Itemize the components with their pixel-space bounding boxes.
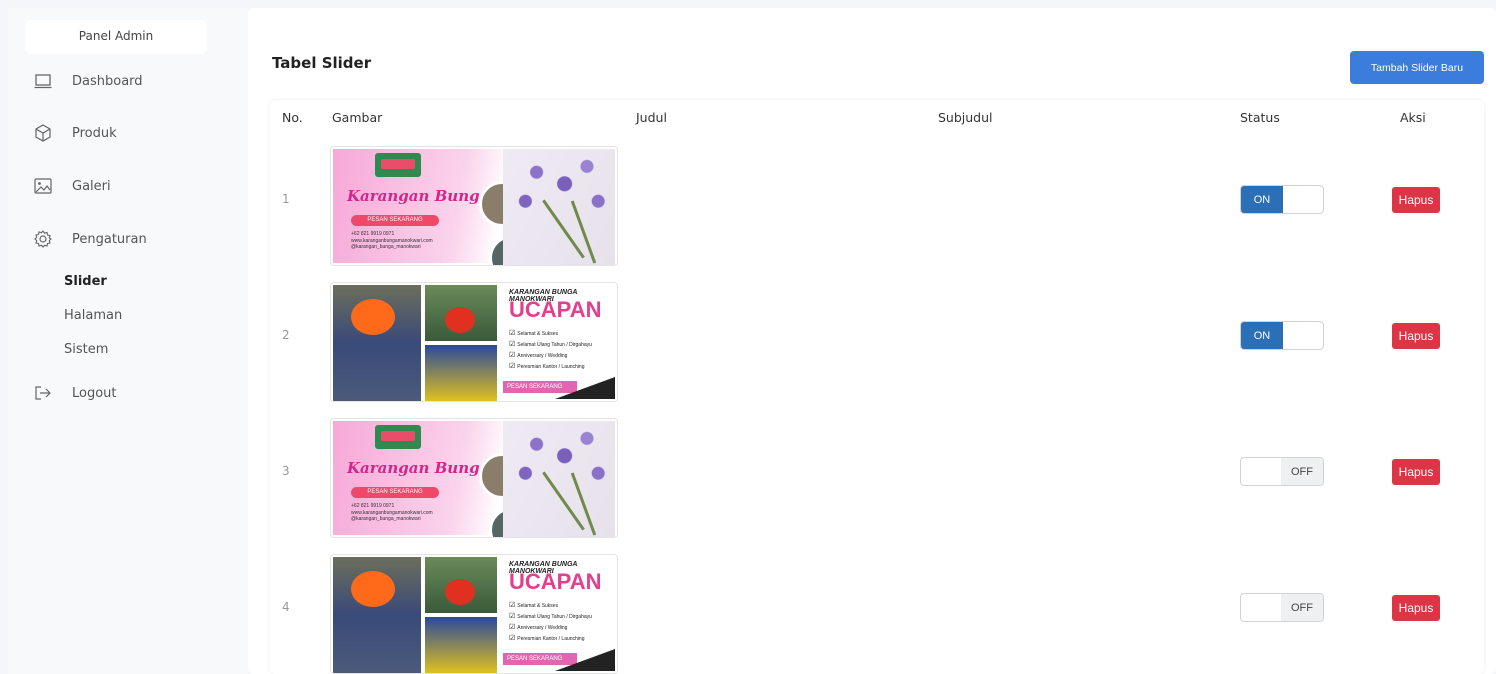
toggle-on-label: ON <box>1241 186 1283 213</box>
brand-label: Panel Admin <box>25 20 207 54</box>
banner-headline: UCAPAN <box>509 569 602 594</box>
main-content: Tabel Slider Tambah Slider Baru No. Gamb… <box>248 8 1496 674</box>
sidebar-item-dashboard[interactable]: Dashboard <box>8 66 143 96</box>
slider-image: KARANGAN BUNGA MANOKWARI UCAPAN Selamat … <box>330 282 618 402</box>
sidebar-subitem-halaman[interactable]: Halaman <box>64 308 122 323</box>
banner-check: Selamat Ulang Tahun / Dirgahayu <box>509 340 592 348</box>
banner-ig: @karangan_bunga_manokwari <box>351 516 421 522</box>
banner-cta: PESAN SEKARANG <box>351 487 439 498</box>
delete-button[interactable]: Hapus <box>1392 459 1440 485</box>
row-number: 4 <box>282 600 290 614</box>
column-header-no: No. <box>282 110 303 125</box>
banner-script: Karangan Bunga <box>347 187 490 205</box>
column-header-subjudul: Subjudul <box>938 110 993 125</box>
slider-image: Karangan Bunga PESAN SEKARANG +62 821 99… <box>330 418 618 538</box>
sidebar-item-logout[interactable]: Logout <box>8 378 117 408</box>
column-header-judul: Judul <box>636 110 667 125</box>
toggle-off-label: OFF <box>1281 594 1323 621</box>
banner-check: Peresmian Kantor / Launching <box>509 634 584 642</box>
gear-icon <box>34 230 52 248</box>
sidebar-item-label: Logout <box>72 385 117 401</box>
sidebar-item-produk[interactable]: Produk <box>8 118 117 148</box>
banner-check: Selamat Ulang Tahun / Dirgahayu <box>509 612 592 620</box>
laptop-icon <box>34 72 52 90</box>
sidebar-item-label: Dashboard <box>72 73 143 89</box>
row-number: 3 <box>282 464 290 478</box>
banner-cta: PESAN SEKARANG <box>351 215 439 226</box>
banner-script: Karangan Bunga <box>347 459 490 477</box>
row-number: 2 <box>282 328 290 342</box>
banner-check: Peresmian Kantor / Launching <box>509 362 584 370</box>
slider-image: Karangan Bunga PESAN SEKARANG +62 821 99… <box>330 146 618 266</box>
banner-check: Anniversary / Wedding <box>509 623 567 631</box>
sidebar-item-pengaturan[interactable]: Pengaturan <box>8 224 147 254</box>
column-header-aksi: Aksi <box>1400 110 1426 125</box>
sidebar-item-label: Produk <box>72 125 117 141</box>
sidebar: Panel Admin Dashboard Produk Galeri Peng… <box>8 8 248 674</box>
status-toggle[interactable]: OFF <box>1240 593 1324 622</box>
sidebar-item-label: Galeri <box>72 178 111 194</box>
logout-icon <box>34 384 52 402</box>
row-number: 1 <box>282 192 290 206</box>
image-icon <box>34 177 52 195</box>
toggle-off-label: OFF <box>1281 458 1323 485</box>
delete-button[interactable]: Hapus <box>1392 187 1440 213</box>
banner-headline: UCAPAN <box>509 297 602 322</box>
slider-table: No. Gambar Judul Subjudul Status Aksi 1 … <box>270 100 1484 674</box>
table-row: 4 KARANGAN BUNGA MANOKWARI UCAPAN Selama… <box>270 546 1484 674</box>
toggle-on-label: ON <box>1241 322 1283 349</box>
column-header-gambar: Gambar <box>332 110 383 125</box>
delete-button[interactable]: Hapus <box>1392 323 1440 349</box>
status-toggle[interactable]: ON <box>1240 185 1324 214</box>
banner-check: Selamat & Sukses <box>509 329 558 337</box>
status-toggle[interactable]: ON <box>1240 321 1324 350</box>
banner-check: Selamat & Sukses <box>509 601 558 609</box>
banner-ig: @karangan_bunga_manokwari <box>351 244 421 250</box>
add-slider-button[interactable]: Tambah Slider Baru <box>1350 51 1484 84</box>
sidebar-subitem-slider[interactable]: Slider <box>64 274 107 289</box>
delete-button[interactable]: Hapus <box>1392 595 1440 621</box>
table-row: 3 Karangan Bunga PESAN SEKARANG +62 821 … <box>270 410 1484 546</box>
box-icon <box>34 124 52 142</box>
sidebar-item-label: Pengaturan <box>72 231 147 247</box>
slider-image: KARANGAN BUNGA MANOKWARI UCAPAN Selamat … <box>330 554 618 674</box>
sidebar-item-galeri[interactable]: Galeri <box>8 171 111 201</box>
page-title: Tabel Slider <box>272 54 372 72</box>
column-header-status: Status <box>1240 110 1280 125</box>
table-row: 2 KARANGAN BUNGA MANOKWARI UCAPAN Selama… <box>270 274 1484 410</box>
sidebar-subitem-sistem[interactable]: Sistem <box>64 342 108 357</box>
status-toggle[interactable]: OFF <box>1240 457 1324 486</box>
banner-check: Anniversary / Wedding <box>509 351 567 359</box>
table-row: 1 Karangan Bunga PESAN SEKARANG +62 821 … <box>270 138 1484 274</box>
